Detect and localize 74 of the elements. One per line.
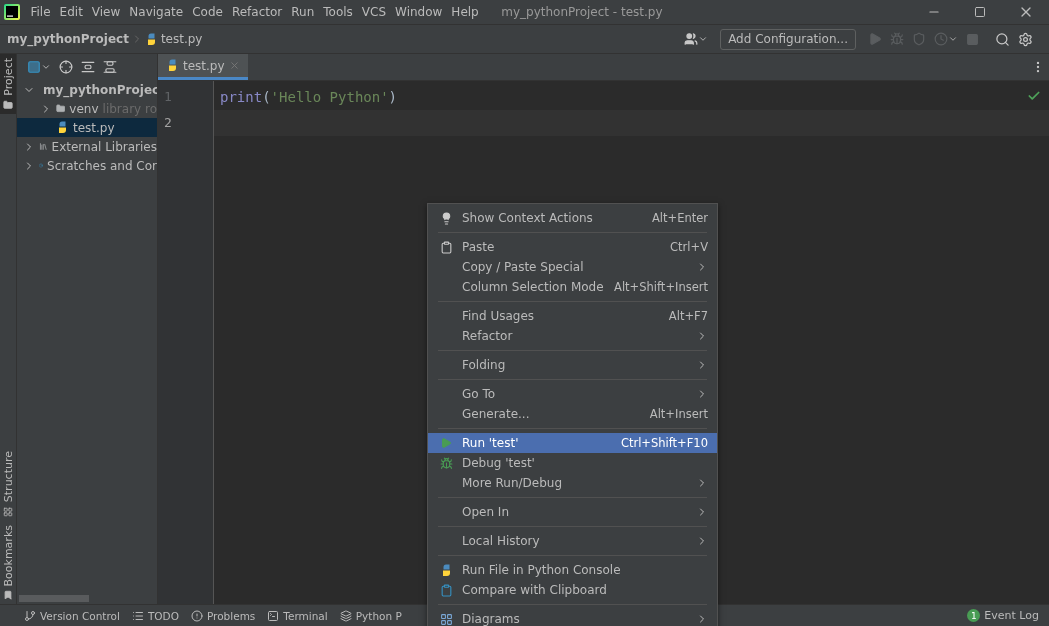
menu-item[interactable]: Navigate: [124, 5, 188, 19]
menu-item[interactable]: VCS: [357, 5, 391, 19]
event-log-button[interactable]: 1 Event Log: [967, 609, 1039, 622]
menu-item[interactable]: Code: [187, 5, 228, 19]
menu-item[interactable]: Window: [390, 5, 447, 19]
add-configuration-button[interactable]: Add Configuration...: [720, 28, 856, 50]
menu-item[interactable]: Folding: [428, 355, 717, 375]
menu-item[interactable]: Run File in Python Console: [428, 560, 717, 580]
structure-icon: [3, 506, 13, 517]
python-file-icon: [56, 121, 69, 134]
python-icon: [440, 563, 453, 577]
menu-item[interactable]: Tools: [318, 5, 358, 19]
maximize-icon[interactable]: [974, 6, 986, 18]
lightbulb-icon: [440, 211, 453, 225]
menu-item[interactable]: File: [26, 5, 56, 19]
breadcrumb-project[interactable]: my_pythonProject: [7, 32, 129, 46]
menu-item[interactable]: Run 'test' Ctrl+Shift+F10: [428, 433, 717, 453]
menu-item[interactable]: Copy / Paste Special: [428, 257, 717, 277]
diagram-icon: [440, 612, 453, 626]
window-title: my_pythonProject - test.py: [501, 5, 663, 19]
folder-icon: [3, 99, 13, 110]
breadcrumb-file[interactable]: test.py: [160, 32, 203, 46]
folder-icon: [56, 102, 66, 115]
tool-window-tab[interactable]: Structure: [0, 447, 16, 521]
compare-icon: [440, 583, 453, 597]
menu-item[interactable]: Help: [446, 5, 484, 19]
tool-window-tab[interactable]: Problems: [190, 609, 256, 622]
terminal-icon: [267, 609, 280, 622]
expand-all-icon[interactable]: [81, 60, 95, 74]
menu-item[interactable]: Debug 'test': [428, 453, 717, 473]
run-icon: [440, 437, 452, 449]
scrollbar[interactable]: [19, 595, 89, 602]
menu-item[interactable]: Refactor: [227, 5, 287, 19]
app-logo: [4, 4, 20, 20]
bookmark-icon: [3, 590, 13, 600]
menu-item[interactable]: View: [87, 5, 125, 19]
collapse-all-icon[interactable]: [103, 60, 117, 74]
tree-item[interactable]: test.py: [17, 118, 157, 137]
editor-tab[interactable]: test.py: [158, 54, 248, 80]
menu-item[interactable]: Local History: [428, 531, 717, 551]
tool-window-tab[interactable]: TODO: [131, 609, 179, 622]
tool-window-tab[interactable]: Bookmarks: [0, 520, 16, 604]
layers-icon: [339, 609, 352, 622]
clipboard-icon: [440, 240, 453, 254]
tool-window-tab[interactable]: Version Control: [24, 609, 120, 622]
menu-item[interactable]: Run: [286, 5, 319, 19]
branch-icon: [24, 609, 36, 622]
view-selector-icon[interactable]: [27, 60, 51, 74]
crosshair-icon[interactable]: [59, 60, 73, 74]
menu-item[interactable]: Find Usages Alt+F7: [428, 306, 717, 326]
menu-item[interactable]: Edit: [55, 5, 88, 19]
menu-item[interactable]: More Run/Debug: [428, 473, 717, 493]
code-line: print('Hello Python'): [219, 88, 399, 107]
line-number: 2: [163, 114, 173, 132]
check-icon: [1027, 89, 1041, 103]
bug-icon: [440, 456, 453, 470]
tree-item[interactable]: External Libraries: [17, 137, 157, 156]
library-icon: [39, 140, 48, 153]
warning-icon: [190, 609, 203, 622]
menu-item[interactable]: Column Selection Mode Alt+Shift+Insert: [428, 277, 717, 297]
menu-item[interactable]: Go To: [428, 384, 717, 404]
python-file-icon: [166, 59, 179, 72]
menu-item[interactable]: Generate... Alt+Insert: [428, 404, 717, 424]
tool-window-tab[interactable]: Project: [0, 54, 16, 114]
menu-item[interactable]: Open In: [428, 502, 717, 522]
menu-item[interactable]: Diagrams: [428, 609, 717, 626]
list-icon: [131, 609, 144, 622]
tool-window-tab[interactable]: Python P: [339, 609, 402, 622]
menu-item[interactable]: Compare with Clipboard: [428, 580, 717, 600]
menu-item[interactable]: Paste Ctrl+V: [428, 237, 717, 257]
menu-item[interactable]: Show Context Actions Alt+Enter: [428, 208, 717, 228]
menu-item[interactable]: Refactor: [428, 326, 717, 346]
tree-item[interactable]: Scratches and Cor: [17, 156, 157, 175]
tool-window-tab[interactable]: Terminal: [267, 609, 328, 622]
